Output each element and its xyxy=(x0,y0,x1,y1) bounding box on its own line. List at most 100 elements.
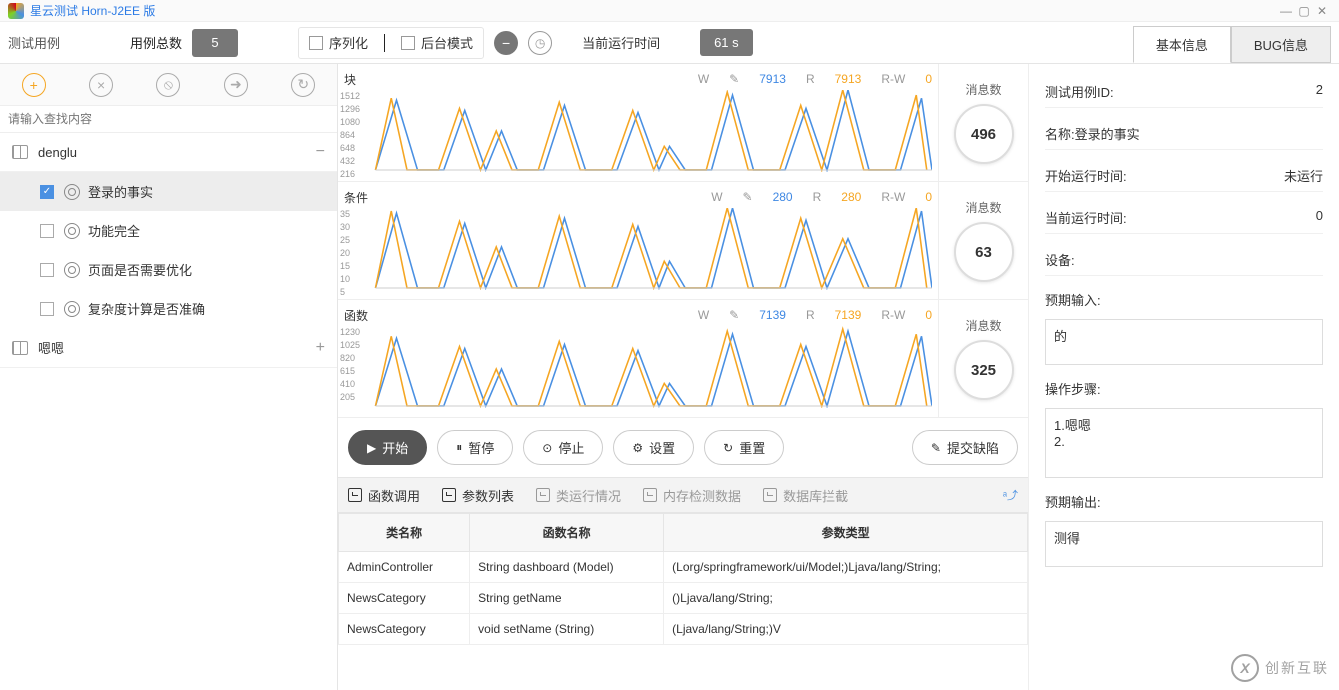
tree-item-label: 复杂度计算是否准确 xyxy=(88,299,205,318)
chart-title: 块 xyxy=(344,71,356,88)
topbar: 测试用例 用例总数 5 序列化 后台模式 − ◷ 当前运行时间 61 s 基本信… xyxy=(0,22,1339,64)
chart-w-value: 7913 xyxy=(759,72,786,86)
tab-func-call[interactable]: 函数调用 xyxy=(348,486,420,505)
background-mode-checkbox[interactable]: 后台模式 xyxy=(401,33,473,52)
serialize-checkbox[interactable]: 序列化 xyxy=(309,33,368,52)
table-row[interactable]: AdminControllerString dashboard (Model)(… xyxy=(339,552,1028,583)
chart-title: 条件 xyxy=(344,189,368,206)
refresh-icon[interactable]: ↻ xyxy=(291,73,315,97)
pencil-icon[interactable]: ✎ xyxy=(729,308,739,322)
tab-db-intercept[interactable]: 数据库拦截 xyxy=(763,486,848,505)
runtime-value: 61 s xyxy=(700,29,753,56)
reset-button[interactable]: ↻重置 xyxy=(704,430,784,465)
tree-item[interactable]: 功能完全 xyxy=(0,211,337,250)
expand-icon[interactable]: + xyxy=(316,339,325,357)
tab-basic-info[interactable]: 基本信息 xyxy=(1133,26,1231,63)
msg-count-value: 325 xyxy=(954,340,1014,400)
chart-cond: 条件 W ✎ 280 R 280 R-W 0 3530252015105 xyxy=(338,182,938,299)
tree-item[interactable]: 页面是否需要优化 xyxy=(0,250,337,289)
maximize-icon[interactable]: ▢ xyxy=(1295,4,1313,18)
clock-icon[interactable]: ◷ xyxy=(528,31,552,55)
checkbox-icon[interactable] xyxy=(40,224,54,238)
checkbox-icon[interactable] xyxy=(40,263,54,277)
chart-w-value: 7139 xyxy=(759,308,786,322)
watermark: X 创新互联 xyxy=(1231,654,1329,682)
chart-r-value: 7139 xyxy=(835,308,862,322)
expected-output-box[interactable]: 测得 xyxy=(1045,521,1323,567)
tab-param-list[interactable]: 参数列表 xyxy=(442,486,514,505)
chart-rw-value: 0 xyxy=(925,308,932,322)
edit-icon: ✎ xyxy=(931,441,941,455)
collapse-icon[interactable]: − xyxy=(316,143,325,161)
target-icon xyxy=(64,262,80,278)
msg-cond: 消息数 63 xyxy=(938,182,1028,299)
tab-icon xyxy=(763,488,777,502)
chart-svg xyxy=(344,208,932,290)
axis-labels: 151212961080864648432216 xyxy=(340,90,360,181)
delete-icon[interactable]: × xyxy=(89,73,113,97)
close-icon[interactable]: ✕ xyxy=(1313,4,1331,18)
checkbox-icon[interactable] xyxy=(40,302,54,316)
pause-button[interactable]: ⏸暂停 xyxy=(437,430,513,465)
chart-row-cond: 条件 W ✎ 280 R 280 R-W 0 3530252015105 xyxy=(338,182,1028,300)
search-input[interactable] xyxy=(0,106,337,133)
target-icon xyxy=(64,223,80,239)
tree-item[interactable]: 复杂度计算是否准确 xyxy=(0,289,337,328)
left-toolbar: + × ⦸ ➜ ↻ xyxy=(0,64,337,106)
settings-button[interactable]: ⚙设置 xyxy=(613,430,694,465)
tab-icon xyxy=(348,488,362,502)
steps-box[interactable]: 1.嗯嗯 2. xyxy=(1045,408,1323,478)
more-link[interactable]: ᵃ⤴ xyxy=(1003,487,1018,503)
app-logo-icon xyxy=(8,3,24,19)
tab-class-run[interactable]: 类运行情况 xyxy=(536,486,621,505)
col-func: 函数名称 xyxy=(470,514,664,552)
pencil-icon[interactable]: ✎ xyxy=(743,190,753,204)
center-panel: 块 W ✎ 7913 R 7913 R-W 0 1512129610808646… xyxy=(338,64,1029,690)
minimize-icon[interactable]: — xyxy=(1277,4,1295,18)
group-label: 嗯嗯 xyxy=(38,338,64,357)
start-button[interactable]: ▶开始 xyxy=(348,430,427,465)
info-name: 名称:登录的事实 xyxy=(1045,118,1323,150)
expected-input-box[interactable]: 的 xyxy=(1045,319,1323,365)
submit-defect-button[interactable]: ✎提交缺陷 xyxy=(912,430,1018,465)
reset-icon: ↻ xyxy=(723,441,733,455)
runtime-label: 当前运行时间 xyxy=(582,33,660,52)
pencil-icon[interactable]: ✎ xyxy=(729,72,739,86)
target-icon xyxy=(64,301,80,317)
control-buttons: ▶开始 ⏸暂停 ⊙停止 ⚙设置 ↻重置 ✎提交缺陷 xyxy=(338,418,1028,477)
minus-circle-icon[interactable]: − xyxy=(494,31,518,55)
tree-item[interactable]: ✓ 登录的事实 xyxy=(0,172,337,211)
stop-button[interactable]: ⊙停止 xyxy=(523,430,603,465)
data-tabs: 函数调用 参数列表 类运行情况 内存检测数据 数据库拦截 ᵃ⤴ xyxy=(338,477,1028,513)
expected-output-label: 预期输出: xyxy=(1045,492,1323,511)
separator xyxy=(384,34,385,52)
chart-func: 函数 W ✎ 7139 R 7139 R-W 0 123010258206154… xyxy=(338,300,938,417)
test-tree: denglu − ✓ 登录的事实 功能完全 页面是否需要优化 复杂 xyxy=(0,133,337,690)
tab-icon xyxy=(536,488,550,502)
tree-item-label: 页面是否需要优化 xyxy=(88,260,192,279)
tree-group-denglu[interactable]: denglu − xyxy=(0,133,337,172)
msg-block: 消息数 496 xyxy=(938,64,1028,181)
msg-func: 消息数 325 xyxy=(938,300,1028,417)
info-runtime: 当前运行时间:0 xyxy=(1045,202,1323,234)
edit-icon[interactable]: ⦸ xyxy=(156,73,180,97)
steps-label: 操作步骤: xyxy=(1045,379,1323,398)
total-count-label: 用例总数 xyxy=(130,33,182,52)
col-class: 类名称 xyxy=(339,514,470,552)
tree-group-enen[interactable]: 嗯嗯 + xyxy=(0,328,337,368)
checkbox-icon[interactable]: ✓ xyxy=(40,185,54,199)
table-row[interactable]: NewsCategoryvoid setName (String)(Ljava/… xyxy=(339,614,1028,645)
export-icon[interactable]: ➜ xyxy=(224,73,248,97)
tab-bug-info[interactable]: BUG信息 xyxy=(1231,26,1331,63)
table-row[interactable]: NewsCategoryString getName()Ljava/lang/S… xyxy=(339,583,1028,614)
add-icon[interactable]: + xyxy=(22,73,46,97)
col-param: 参数类型 xyxy=(664,514,1028,552)
play-icon: ▶ xyxy=(367,441,376,455)
chart-svg xyxy=(344,90,932,172)
tree-item-label: 功能完全 xyxy=(88,221,140,240)
tab-mem-detect[interactable]: 内存检测数据 xyxy=(643,486,741,505)
info-panel: 测试用例ID:2 名称:登录的事实 开始运行时间:未运行 当前运行时间:0 设备… xyxy=(1029,64,1339,690)
chart-block: 块 W ✎ 7913 R 7913 R-W 0 1512129610808646… xyxy=(338,64,938,181)
chart-row-func: 函数 W ✎ 7139 R 7139 R-W 0 123010258206154… xyxy=(338,300,1028,418)
chart-rw-value: 0 xyxy=(925,190,932,204)
